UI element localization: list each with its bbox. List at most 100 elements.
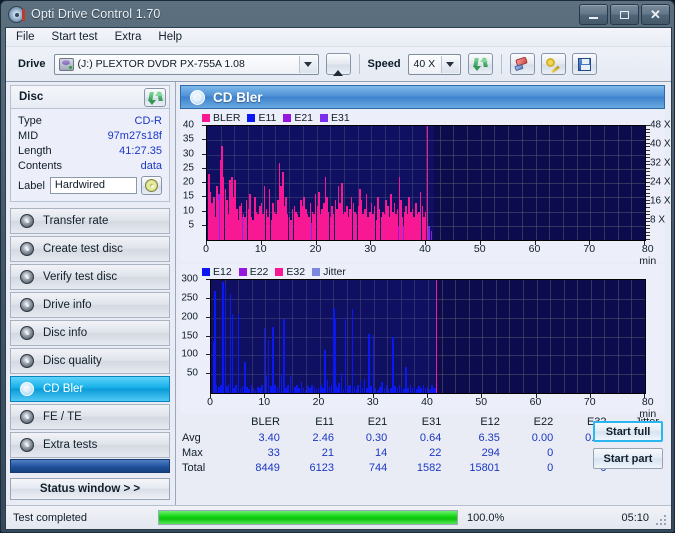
cell-max-e31: 22 [429,446,442,459]
resize-grip[interactable] [656,515,667,526]
y-axis-tick [206,316,210,318]
disc-field-type: Type CD-R [18,113,162,128]
column-header-e11: E11 [315,416,334,428]
cell-max-e22: 0 [547,446,554,459]
cell-avg-e11: 2.46 [312,431,334,444]
y-axis-tick [202,210,206,212]
sidebar-item-label: Disc quality [43,355,102,367]
speed-axis-minor-tick [646,128,650,130]
page-title: CD Bler [213,89,263,105]
speed-axis-minor-tick [646,132,650,134]
chart-bar [430,231,433,240]
disc-icon [8,5,25,23]
disc-refresh-button[interactable] [144,88,166,107]
legend-swatch [320,113,329,122]
legend-item-e12: E12 [202,266,232,278]
toolbar-divider-1 [358,54,360,74]
sidebar-item-cd-bler[interactable]: CD Bler [10,376,170,402]
cell-max-e11: 21 [321,446,334,459]
speed-axis-minor-tick [646,142,650,144]
maximize-button[interactable] [610,4,639,25]
uncorrectable-error-chart: E12 E22 E32 Jitter 50 100 150 200 250 300 0 10 2… [180,264,665,420]
eject-icon [332,58,344,76]
legend-item-e11: E11 [247,112,276,124]
bler-plot-area [206,125,646,241]
disc-icon [20,242,34,256]
menu-item-extra[interactable]: Extra [115,31,142,43]
disc-label-button[interactable] [141,176,162,195]
sidebar-item-disc-quality[interactable]: Disc quality [10,348,170,374]
refresh-icon [472,57,488,71]
sidebar-item-fe-te[interactable]: FE / TE [10,404,170,430]
disc-info-panel: Type CD-R MID 97m27s18f Length 41:27.35 … [10,109,170,202]
statistics-table: BLER E11 E21 E31 E12 E22 E32 Jitter Avg [180,416,665,482]
speed-axis-minor-tick [646,153,650,155]
cell-max-bler: 33 [267,446,280,459]
speed-axis-minor-tick [646,214,650,216]
menu-item-file[interactable]: File [16,31,35,43]
x-axis-tick [589,394,591,398]
speed-axis-minor-tick [646,189,650,191]
legend-label: E31 [331,111,350,124]
sidebar-item-label: Create test disc [43,243,123,255]
legend-label: E22 [249,265,269,278]
cell-total-e12: 15801 [469,461,500,474]
sidebar-item-disc-info[interactable]: Disc info [10,320,170,346]
status-window-button[interactable]: Status window > > [10,478,170,500]
refresh-icon [147,90,163,105]
legend-item-bler: BLER [202,112,240,124]
y-axis-tick [202,153,206,155]
sidebar-item-drive-info[interactable]: Drive info [10,292,170,318]
x-axis-tick [427,394,428,398]
progress-bar [158,510,458,525]
x-axis-tick [318,394,320,398]
grip-dot [664,515,666,517]
sidebar-item-extra-tests[interactable]: Extra tests [10,432,170,458]
speed-axis-minor-tick [646,157,650,159]
progress-bar-fill [159,511,457,524]
menu-item-help[interactable]: Help [158,31,182,43]
erase-button[interactable] [509,53,535,75]
disc-icon [20,354,34,368]
grip-dot [656,523,658,525]
chart-bar [283,319,285,393]
y-axis-tick-label: 250 [181,292,198,304]
speed-axis-minor-tick [646,239,650,240]
sidebar-item-verify-test-disc[interactable]: Verify test disc [10,264,170,290]
legend-label: E21 [294,111,314,124]
y-axis-tick-label: 5 [188,219,194,231]
sidebar-item-transfer-rate[interactable]: Transfer rate [10,208,170,234]
close-button[interactable]: ✕ [641,4,670,25]
sidebar-item-create-test-disc[interactable]: Create test disc [10,236,170,262]
cell-avg-bler: 3.40 [258,431,280,444]
disc-field-length-label: Length [18,144,52,157]
elapsed-time: 05:10 [621,511,649,524]
tools-button[interactable] [540,53,566,75]
chart-legend-bottom: E12 E22 E32 Jitter [202,265,350,278]
speed-select[interactable]: 40 X [407,53,461,75]
disc-icon [20,410,34,424]
refresh-button[interactable] [467,53,493,75]
row-label-total: Total [182,461,206,474]
speed-axis-minor-tick [646,185,650,187]
x-axis-tick [315,241,317,245]
chart-bar [428,225,430,240]
minimize-button[interactable] [579,4,608,25]
disc-field-mid: MID 97m27s18f [18,128,162,143]
sidebar: Disc Type CD-R MID 97m27s18f Length 41:2… [6,82,176,505]
legend-item-e32: E32 [275,266,305,278]
save-button[interactable] [571,53,597,75]
start-full-button[interactable]: Start full [593,421,663,442]
eject-button[interactable] [325,53,351,76]
menu-item-start-test[interactable]: Start test [52,31,98,43]
y-axis-tick [202,182,206,183]
start-part-button[interactable]: Start part [593,448,663,469]
disc-label-input[interactable]: Hardwired [49,177,137,194]
disc-icon [20,382,34,396]
grip-dot [660,519,662,521]
x-axis-tick [210,394,211,398]
drive-select[interactable]: (J:) PLEXTOR DVDR PX-755A 1.08 [53,53,319,75]
cell-avg-e22: 0.00 [531,431,554,444]
sidebar-item-label: Drive info [43,299,92,311]
client-area: File Start test Extra Help Drive (J:) PL… [5,27,672,530]
